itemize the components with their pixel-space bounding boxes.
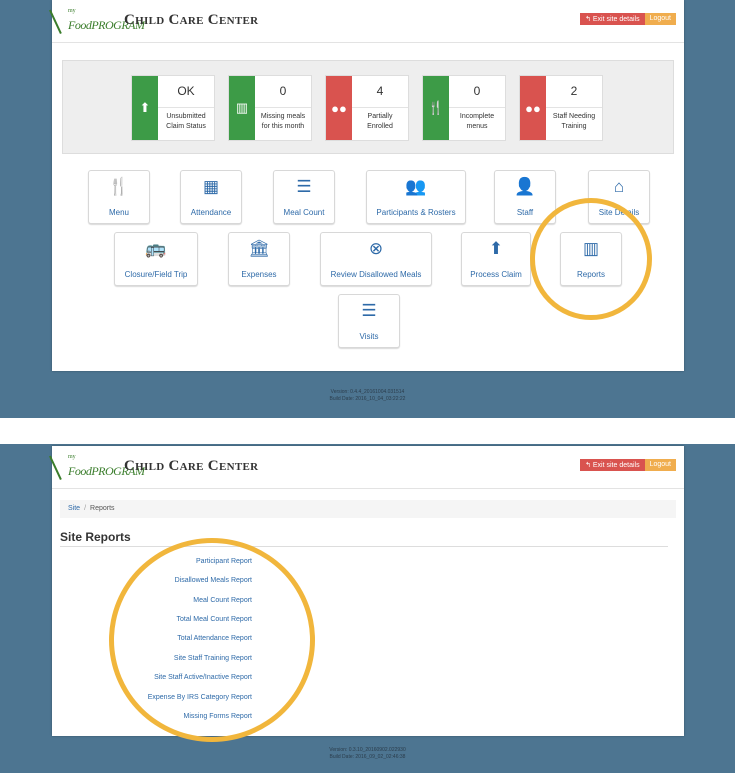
divider — [546, 107, 602, 108]
tile-label: Closure/Field Trip — [124, 270, 188, 279]
tile-label: Process Claim — [470, 270, 522, 279]
list-icon: ☰ — [361, 301, 377, 320]
tile-menu[interactable]: 🍴 Menu — [88, 170, 150, 224]
divider — [352, 107, 408, 108]
numbered-list-icon: ☰ — [296, 177, 312, 196]
stat-value: 2 — [570, 84, 578, 98]
tile-participants[interactable]: 👥 Participants & Rosters — [366, 170, 466, 224]
highlight-circle — [530, 198, 652, 320]
tile-label: Menu — [108, 208, 129, 217]
app-title: Child Care Center — [124, 458, 259, 474]
breadcrumb-current: Reports — [90, 505, 115, 512]
tile-expenses[interactable]: 🏛 Expenses — [228, 232, 290, 286]
bank-icon: 🏛 — [248, 239, 270, 258]
tile-label: Visits — [359, 332, 379, 341]
stat-claim-status[interactable]: ⬆ OK Unsubmitted Claim Status — [131, 75, 215, 141]
highlight-circle — [109, 538, 315, 742]
tile-label: Review Disallowed Meals — [330, 270, 422, 279]
stat-missing-meals[interactable]: ▥ 0 Missing meals for this month — [228, 75, 312, 141]
stat-value: 0 — [279, 84, 287, 98]
user-icon: 👤 — [514, 177, 536, 196]
circle-x-icon: ⊗ — [368, 239, 384, 258]
page-title: Site Reports — [60, 530, 131, 544]
tile-label: Expenses — [241, 270, 277, 279]
home-icon: ⌂ — [613, 177, 625, 196]
bus-icon: 🚌 — [145, 239, 167, 258]
separator-band — [0, 418, 735, 444]
logo: my FoodPROGRAM — [49, 454, 145, 480]
exit-site-details-button[interactable]: ↰ Exit site details — [580, 13, 645, 25]
utensils-icon: 🍴 — [423, 76, 449, 140]
spoon-icon — [49, 9, 62, 34]
tile-closure[interactable]: 🚌 Closure/Field Trip — [114, 232, 198, 286]
stat-value: 4 — [376, 84, 384, 98]
dashboard-screen: my FoodPROGRAM Child Care Center ↰ Exit … — [49, 0, 684, 371]
divider — [449, 107, 505, 108]
tile-process-claim[interactable]: ⬆ Process Claim — [461, 232, 531, 286]
header: my FoodPROGRAM Child Care Center ↰ Exit … — [49, 446, 684, 489]
breadcrumb: Site / Reports — [60, 500, 676, 518]
group-icon: 👥 — [405, 177, 427, 196]
tile-label: Attendance — [190, 208, 232, 217]
stat-label: Partially Enrolled — [367, 113, 393, 130]
breadcrumb-site-link[interactable]: Site — [68, 505, 80, 512]
spoon-icon — [49, 455, 62, 480]
divider — [158, 107, 214, 108]
reports-screen: my FoodPROGRAM Child Care Center ↰ Exit … — [49, 446, 684, 742]
group-icon: ●● — [520, 76, 546, 140]
header-buttons: ↰ Exit site details Logout — [580, 459, 676, 471]
utensils-icon: 🍴 — [108, 177, 130, 196]
tile-label: Staff — [516, 208, 534, 217]
header: my FoodPROGRAM Child Care Center ↰ Exit … — [49, 0, 684, 43]
stat-value: 0 — [473, 84, 481, 98]
tile-review-disallowed[interactable]: ⊗ Review Disallowed Meals — [320, 232, 432, 286]
logout-button[interactable]: Logout — [644, 459, 676, 471]
breadcrumb-separator: / — [84, 505, 87, 512]
tile-visits[interactable]: ☰ Visits — [338, 294, 400, 348]
logout-button[interactable]: Logout — [644, 13, 676, 25]
tile-meal-count[interactable]: ☰ Meal Count — [273, 170, 335, 224]
logo-small-text: my — [68, 8, 76, 14]
stat-label: Incomplete menus — [459, 113, 495, 130]
stat-value: OK — [177, 84, 195, 98]
tile-label: Participants & Rosters — [376, 208, 456, 217]
logo: my FoodPROGRAM — [49, 8, 145, 34]
upload-icon: ⬆ — [488, 239, 504, 258]
app-title: Child Care Center — [124, 12, 259, 28]
stat-staff-training[interactable]: ●● 2 Staff Needing Training — [519, 75, 603, 141]
logo-small-text: my — [68, 454, 76, 460]
stats-panel: ⬆ OK Unsubmitted Claim Status ▥ 0 Missing… — [62, 60, 674, 154]
group-icon: ●● — [326, 76, 352, 140]
title-divider — [60, 546, 668, 547]
stat-partially-enrolled[interactable]: ●● 4 Partially Enrolled — [325, 75, 409, 141]
upload-icon: ⬆ — [132, 76, 158, 140]
calendar-icon: ▦ — [202, 177, 220, 196]
stat-incomplete-menus[interactable]: 🍴 0 Incomplete menus — [422, 75, 506, 141]
bar-chart-icon: ▥ — [229, 76, 255, 140]
stat-label: Unsubmitted Claim Status — [166, 113, 206, 130]
version-info-bottom: Version: 0.3.10_20160902.022930 Build Da… — [329, 747, 406, 760]
stat-label: Staff Needing Training — [552, 113, 596, 130]
stat-label: Missing meals for this month — [260, 113, 306, 130]
tile-attendance[interactable]: ▦ Attendance — [180, 170, 242, 224]
exit-site-details-button[interactable]: ↰ Exit site details — [580, 459, 645, 471]
divider — [255, 107, 311, 108]
version-info-top: Version: 0.4.4_20161004.031514 Build Dat… — [329, 389, 406, 402]
tile-label: Meal Count — [283, 208, 325, 217]
header-buttons: ↰ Exit site details Logout — [580, 13, 676, 25]
